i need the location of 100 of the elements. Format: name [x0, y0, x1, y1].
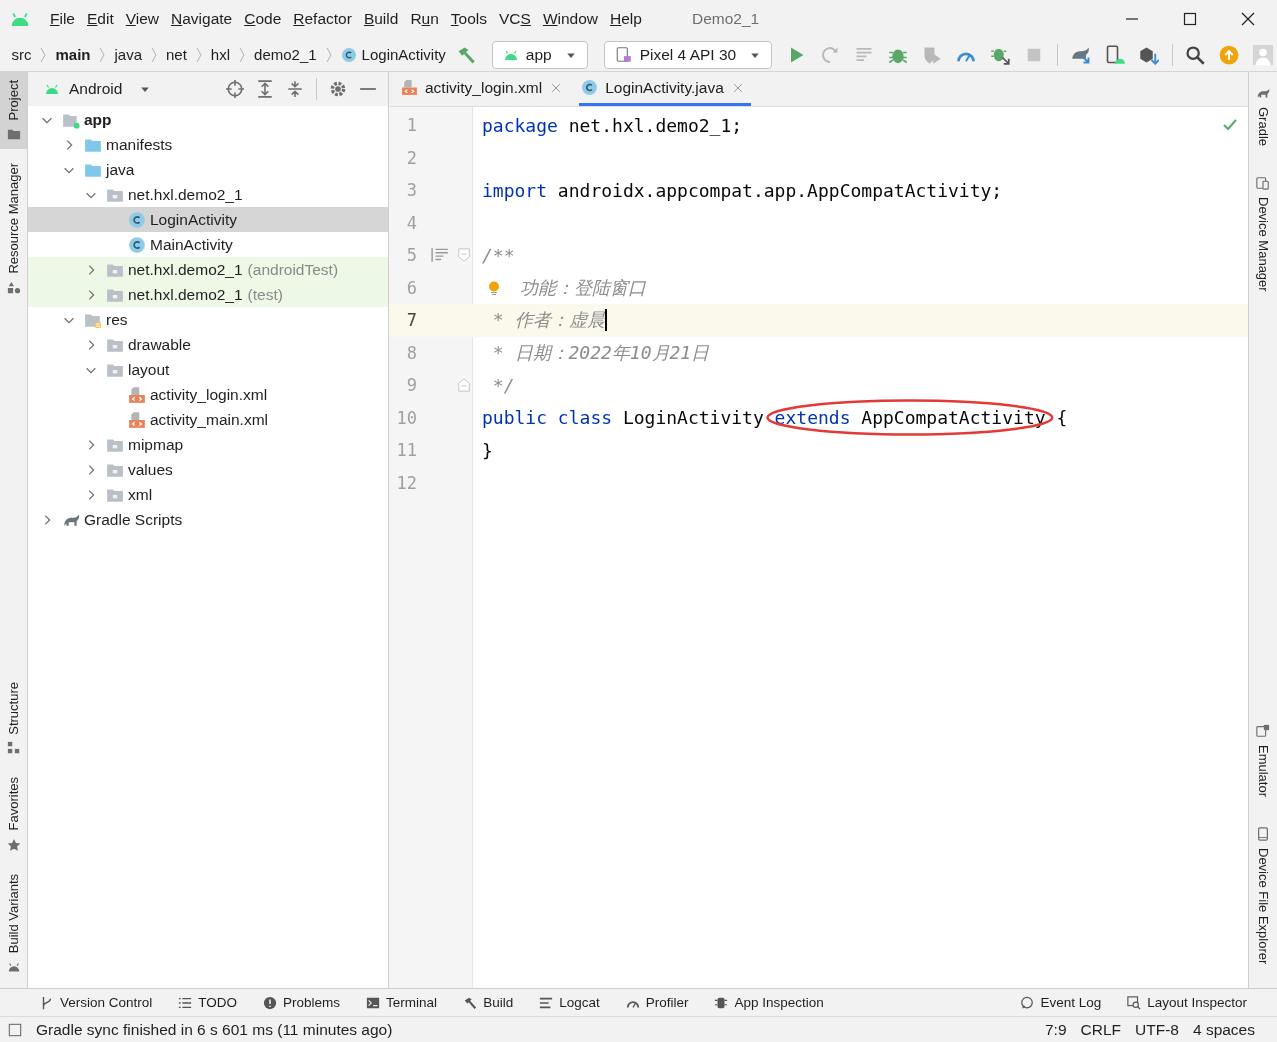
caret-position[interactable]: 7:9	[1045, 1020, 1067, 1039]
tool-window-tab[interactable]: Device Manager	[1249, 170, 1277, 302]
tree-item[interactable]: res	[28, 307, 388, 332]
tool-window-button[interactable]: Problems	[263, 995, 341, 1010]
folder-icon	[6, 127, 21, 142]
run-config-dropdown[interactable]: app	[491, 40, 588, 69]
xml-file-icon	[128, 385, 146, 404]
chevron-icon	[239, 46, 246, 63]
doc-lines-icon[interactable]	[431, 246, 449, 265]
tool-window-button[interactable]: TODO	[178, 995, 238, 1010]
structure-icon	[6, 741, 21, 756]
tool-window-tab[interactable]: Structure	[0, 673, 27, 764]
tool-window-button[interactable]: Event Log	[1020, 995, 1102, 1010]
tree-item[interactable]: net.hxl.demo2_1 (test)	[28, 282, 388, 307]
line-number: 4	[405, 212, 417, 233]
menu-item[interactable]: Refactor	[287, 10, 358, 28]
class-icon	[581, 79, 599, 96]
code-line: * 日期：2022年10月21日	[491, 340, 710, 365]
maximize-icon[interactable]	[1182, 11, 1198, 27]
tree-item[interactable]: activity_main.xml	[28, 407, 388, 432]
tool-window-button[interactable]: Terminal	[366, 995, 438, 1010]
tree-item[interactable]: xml	[28, 482, 388, 507]
menu-item[interactable]: Navigate	[165, 10, 239, 28]
class-icon	[128, 235, 146, 254]
expand-all-icon[interactable]	[256, 80, 274, 98]
line-number: 2	[405, 147, 417, 168]
locate-icon[interactable]	[226, 80, 244, 98]
line-number: 7	[405, 310, 417, 331]
breadcrumb[interactable]: hxl	[210, 46, 231, 63]
breadcrumb[interactable]: net	[166, 46, 187, 63]
tool-window-button[interactable]: Version Control	[40, 995, 153, 1010]
search-icon[interactable]	[1185, 44, 1205, 65]
breadcrumb[interactable]: src	[11, 46, 32, 63]
tree-item[interactable]: activity_login.xml	[28, 382, 388, 407]
menu-item[interactable]: File	[44, 10, 81, 28]
editor-tab[interactable]: activity_login.xml	[399, 72, 570, 106]
tree-item[interactable]: drawable	[28, 332, 388, 357]
tool-window-tab[interactable]: Project	[0, 72, 27, 150]
tree-item[interactable]: values	[28, 457, 388, 482]
emulator-icon	[1256, 723, 1270, 738]
tree-item[interactable]: net.hxl.demo2_1 (androidTest)	[28, 257, 388, 282]
tool-window-button[interactable]: Profiler	[625, 995, 689, 1010]
line-number: 9	[405, 375, 417, 396]
tool-window-tab[interactable]: Resource Manager	[0, 155, 27, 304]
tool-window-tab[interactable]: Gradle	[1249, 80, 1277, 157]
class-icon	[128, 210, 146, 229]
code-line: import androidx.appcompat.app.AppCompatActivity;	[482, 179, 1003, 201]
terminal-icon	[366, 995, 381, 1010]
phone-android-icon[interactable]	[1104, 44, 1125, 65]
tree-item[interactable]: LoginActivity	[28, 207, 388, 232]
tree-item[interactable]: layout	[28, 357, 388, 382]
menu-item[interactable]: Help	[604, 10, 648, 28]
tree-item[interactable]: app	[28, 107, 388, 132]
breadcrumb[interactable]: LoginActivity	[340, 46, 446, 63]
settings-icon[interactable]	[329, 80, 347, 98]
menu-item[interactable]: View	[119, 10, 166, 28]
breadcrumb[interactable]: main	[55, 46, 91, 63]
menu-item[interactable]: Build	[357, 10, 405, 28]
tool-window-tab[interactable]: Emulator	[1249, 717, 1277, 807]
file-encoding[interactable]: UTF-8	[1135, 1020, 1179, 1039]
menu-item[interactable]: Tools	[444, 10, 493, 28]
line-number: 10	[395, 407, 417, 428]
menu-item[interactable]: Code	[238, 10, 288, 28]
breadcrumb[interactable]: demo2_1	[254, 46, 317, 63]
tree-item[interactable]: MainActivity	[28, 232, 388, 257]
speech-bubble-icon	[1020, 995, 1035, 1010]
code-line: */	[491, 374, 515, 396]
tree-item[interactable]: java	[28, 157, 388, 182]
tree-item[interactable]: manifests	[28, 132, 388, 157]
tree-item[interactable]: Gradle Scripts	[28, 507, 388, 532]
fold-marker-icon[interactable]	[457, 247, 471, 264]
tool-window-button[interactable]: Build	[463, 995, 514, 1010]
line-separator[interactable]: CRLF	[1080, 1020, 1122, 1039]
tool-window-button[interactable]: Logcat	[539, 995, 600, 1010]
view-dropdown[interactable]: Android	[44, 80, 152, 98]
tool-window-tab[interactable]: Build Variants	[0, 865, 27, 982]
fold-marker-icon[interactable]	[457, 377, 471, 394]
device-dropdown[interactable]: Pixel 4 API 30	[603, 40, 773, 69]
tree-item[interactable]: net.hxl.demo2_1	[28, 182, 388, 207]
xml-file-icon	[128, 410, 146, 429]
upgrade-icon[interactable]	[1219, 44, 1239, 65]
tool-window-tab[interactable]: Favorites	[0, 769, 27, 860]
tree-item[interactable]: mipmap	[28, 432, 388, 457]
close-icon[interactable]	[1240, 11, 1256, 27]
warning-circle-icon	[263, 995, 278, 1010]
collapse-all-icon[interactable]	[286, 80, 304, 98]
menu-item[interactable]: Window	[536, 10, 605, 28]
chevron-icon	[195, 46, 202, 63]
xml-file-icon	[401, 79, 418, 96]
tool-window-tab[interactable]: Device File Explorer	[1249, 820, 1277, 974]
tool-window-button[interactable]: Layout Inspector	[1127, 995, 1247, 1010]
menu-item[interactable]: Run	[404, 10, 445, 28]
code-line: package net.hxl.demo2_1;	[482, 114, 743, 136]
indent-setting[interactable]: 4 spaces	[1192, 1020, 1255, 1039]
tool-window-button[interactable]: App Inspection	[714, 995, 824, 1010]
menu-item[interactable]: Edit	[81, 10, 120, 28]
logcat-icon	[539, 995, 554, 1010]
menu-item[interactable]: VCS	[493, 10, 537, 28]
panel-toggle-icon[interactable]	[8, 1022, 22, 1037]
breadcrumb[interactable]: java	[114, 46, 142, 63]
